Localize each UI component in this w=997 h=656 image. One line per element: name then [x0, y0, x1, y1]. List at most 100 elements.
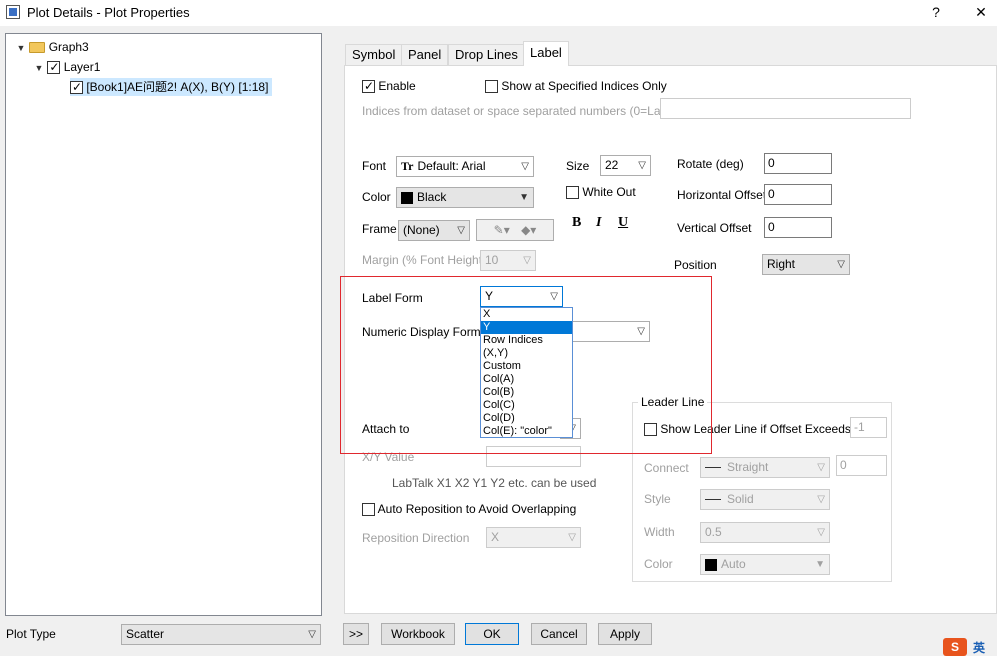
font-label: Font	[362, 159, 387, 173]
apply-button[interactable]: Apply	[598, 623, 652, 645]
white-out-label: White Out	[582, 185, 636, 199]
width-select[interactable]: 0.5 ▽	[700, 522, 830, 543]
show-indices-checkbox[interactable]	[485, 80, 498, 94]
dropdown-option[interactable]: Col(E): "color"	[481, 425, 572, 438]
label-form-dropdown: X Y Row Indices (X,Y) Custom Col(A) Col(…	[480, 307, 573, 438]
hoffset-input[interactable]: 0	[764, 184, 832, 205]
tree-item-label: Layer1	[63, 60, 101, 74]
hoffset-label: Horizontal Offset	[677, 188, 767, 202]
tree-item-layer[interactable]: ▼ Layer1	[34, 58, 101, 77]
font-select[interactable]: Tr Default: Arial ▽	[396, 156, 534, 177]
dropdown-option[interactable]: Col(B)	[481, 386, 572, 399]
plot-tree: ▼ Graph3 ▼ Layer1 [Book1]AE问题2! A(X), B(…	[5, 33, 322, 616]
position-select[interactable]: Right ▽	[762, 254, 850, 275]
show-indices-label: Show at Specified Indices Only	[501, 79, 667, 93]
enable-checkbox[interactable]	[362, 78, 375, 94]
dropdown-option-selected[interactable]: Y	[481, 321, 572, 334]
dropdown-arrow-icon: ▼	[815, 559, 825, 570]
chevron-down-icon: ▽	[457, 225, 465, 236]
reposition-direction-value: X	[491, 530, 500, 544]
window-title: Plot Details - Plot Properties	[27, 5, 190, 20]
dropdown-arrow-icon: ▼	[519, 192, 529, 203]
size-value: 22	[605, 158, 619, 172]
collapse-icon[interactable]: ▼	[16, 39, 26, 57]
style-value: Solid	[727, 492, 754, 506]
size-select[interactable]: 22 ▽	[600, 155, 651, 176]
show-indices-option[interactable]: Show at Specified Indices Only	[485, 79, 667, 94]
pen-icon[interactable]: ✎▾	[494, 223, 510, 237]
color-swatch	[401, 191, 413, 204]
tab-symbol[interactable]: Symbol	[345, 44, 403, 66]
frame-select[interactable]: (None) ▽	[398, 220, 470, 241]
color-select[interactable]: Black ▼	[396, 187, 534, 208]
tree-item-label: Graph3	[48, 40, 89, 54]
reposition-direction-select[interactable]: X ▽	[486, 527, 581, 548]
leader-color-value: Auto	[721, 557, 746, 571]
plot-type-select[interactable]: Scatter ▽	[121, 624, 321, 645]
plot-checkbox[interactable]	[70, 79, 83, 95]
color-swatch	[705, 558, 717, 571]
auto-reposition-checkbox[interactable]	[362, 503, 375, 517]
enable-option[interactable]: Enable	[362, 78, 416, 94]
leader-threshold-input[interactable]: -1	[850, 417, 887, 438]
connect-select[interactable]: Straight ▽	[700, 457, 830, 478]
white-out-option[interactable]: White Out	[566, 185, 636, 200]
ok-button[interactable]: OK	[465, 623, 519, 645]
tab-panel[interactable]: Panel	[401, 44, 449, 66]
dropdown-option[interactable]: Custom	[481, 360, 572, 373]
tree-item-plot[interactable]: [Book1]AE问题2! A(X), B(Y) [1:18]	[70, 78, 273, 96]
workbook-button[interactable]: Workbook	[381, 623, 455, 645]
cancel-button[interactable]: Cancel	[531, 623, 587, 645]
auto-reposition-option[interactable]: Auto Reposition to Avoid Overlapping	[362, 502, 576, 517]
dropdown-option[interactable]: Col(A)	[481, 373, 572, 386]
collapse-button[interactable]: >>	[343, 623, 369, 645]
tree-item-graph[interactable]: ▼ Graph3	[16, 38, 89, 56]
dropdown-option[interactable]: Col(C)	[481, 399, 572, 412]
collapse-icon[interactable]: ▼	[34, 59, 44, 77]
dropdown-option[interactable]: Col(D)	[481, 412, 572, 425]
rotate-label: Rotate (deg)	[677, 157, 744, 171]
line-sample-icon	[705, 467, 721, 469]
help-button[interactable]: ?	[926, 4, 946, 20]
indices-input[interactable]	[660, 98, 911, 119]
fill-bucket-icon[interactable]: ◆▾	[521, 223, 536, 237]
bold-button[interactable]: B	[572, 215, 581, 231]
leader-color-select[interactable]: Auto ▼	[700, 554, 830, 575]
voffset-input[interactable]: 0	[764, 217, 832, 238]
frame-color-buttons[interactable]: ✎▾ ◆▾	[476, 219, 554, 241]
position-value: Right	[767, 257, 796, 271]
chevron-down-icon: ▽	[523, 255, 531, 266]
width-label: Width	[644, 525, 675, 539]
indices-label: Indices from dataset or space separated …	[362, 104, 674, 118]
ime-mode-indicator[interactable]: 英	[973, 639, 985, 656]
connect-value: Straight	[727, 460, 769, 474]
rotate-input[interactable]: 0	[764, 153, 832, 174]
connect-extra-input[interactable]: 0	[836, 455, 887, 476]
italic-button[interactable]: I	[596, 215, 601, 231]
underline-button[interactable]: U	[618, 215, 628, 231]
size-label: Size	[566, 159, 590, 173]
enable-label: Enable	[378, 79, 416, 93]
tab-drop-lines[interactable]: Drop Lines	[448, 44, 525, 66]
leader-color-label: Color	[644, 557, 673, 571]
dropdown-option[interactable]: X	[481, 308, 572, 321]
line-sample-icon	[705, 499, 721, 501]
labtalk-note: LabTalk X1 X2 Y1 Y2 etc. can be used	[392, 476, 597, 490]
dropdown-option[interactable]: Row Indices	[481, 334, 572, 347]
dropdown-option[interactable]: (X,Y)	[481, 347, 572, 360]
white-out-checkbox[interactable]	[566, 186, 579, 200]
style-label: Style	[644, 492, 671, 506]
style-select[interactable]: Solid ▽	[700, 489, 830, 510]
reposition-direction-label: Reposition Direction	[362, 531, 470, 545]
sogou-ime-icon[interactable]: S	[943, 638, 967, 656]
chevron-down-icon: ▽	[568, 532, 576, 543]
frame-label: Frame	[362, 222, 397, 236]
close-button[interactable]: ✕	[971, 4, 991, 21]
chevron-down-icon: ▽	[837, 259, 845, 270]
layer-checkbox[interactable]	[47, 59, 61, 75]
tree-item-label: [Book1]AE问题2! A(X), B(Y) [1:18]	[86, 80, 269, 94]
connect-label: Connect	[644, 461, 689, 475]
chevron-down-icon: ▽	[521, 161, 529, 172]
margin-select[interactable]: 10 ▽	[480, 250, 536, 271]
tab-label[interactable]: Label	[523, 41, 569, 66]
